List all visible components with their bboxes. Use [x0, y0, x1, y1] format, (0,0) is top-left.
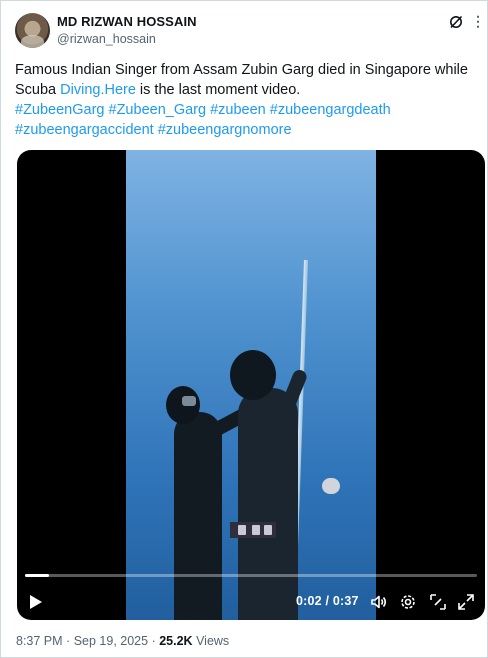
hashtag-link[interactable]: #zubeengargaccident [15, 122, 154, 138]
tweet-card: MD RIZWAN HOSSAIN @rizwan_hossain ⋮ Famo… [0, 0, 488, 658]
tweet-line-1: Famous Indian Singer from Assam Zubin Ga… [15, 62, 468, 78]
hashtag-line-2: #zubeengargaccident #zubeengargnomore [15, 120, 477, 140]
hashtag-link[interactable]: #zubeengargdeath [270, 102, 391, 118]
hashtag-link[interactable]: #zubeengargnomore [158, 122, 292, 138]
diver-left [174, 412, 222, 620]
tweet-meta: 8:37 PM · Sep 19, 2025 · 25.2K Views [16, 634, 229, 648]
views-label: Views [196, 634, 230, 648]
diving-link[interactable]: Diving.Here [60, 82, 136, 98]
meta-separator: · [66, 634, 71, 648]
diver-hand [322, 478, 340, 494]
diver-right-head [230, 350, 276, 400]
video-time: 0:02 / 0:37 [296, 594, 359, 608]
tweet-date[interactable]: Sep 19, 2025 [74, 634, 148, 648]
grok-icon[interactable] [449, 15, 463, 29]
hashtag-line-1: #ZubeenGarg #Zubeen_Garg #zubeen #zubeen… [15, 100, 477, 120]
expand-icon[interactable] [457, 593, 475, 611]
play-icon[interactable] [29, 594, 43, 610]
tweet-time[interactable]: 8:37 PM [16, 634, 63, 648]
author-handle[interactable]: @rizwan_hossain [57, 32, 156, 46]
views-count: 25.2K [159, 634, 193, 648]
video-progress-bar[interactable] [25, 574, 477, 577]
author-name[interactable]: MD RIZWAN HOSSAIN [57, 14, 197, 29]
hashtag-link[interactable]: #zubeen [210, 102, 266, 118]
diver-right [238, 388, 298, 620]
meta-separator: · [151, 634, 156, 648]
diving-mask [182, 396, 196, 406]
tweet-line-2: Scuba Diving.Here is the last moment vid… [15, 80, 477, 100]
video-progress-fill [25, 574, 50, 577]
fullscreen-exit-icon[interactable] [429, 593, 447, 611]
volume-icon[interactable] [370, 593, 388, 611]
avatar[interactable] [15, 13, 50, 48]
settings-icon[interactable] [399, 593, 417, 611]
tweet-text-prefix: Scuba [15, 82, 61, 98]
tweet-text-suffix: is the last moment video. [135, 82, 301, 98]
tweet-text: Famous Indian Singer from Assam Zubin Ga… [15, 60, 477, 140]
video-player[interactable]: 0:02 / 0:37 [17, 150, 485, 620]
hashtag-link[interactable]: #ZubeenGarg [15, 102, 104, 118]
more-icon[interactable]: ⋮ [471, 13, 485, 29]
weight-belt [230, 522, 276, 538]
video-frame [126, 150, 376, 620]
hashtag-link[interactable]: #Zubeen_Garg [109, 102, 207, 118]
